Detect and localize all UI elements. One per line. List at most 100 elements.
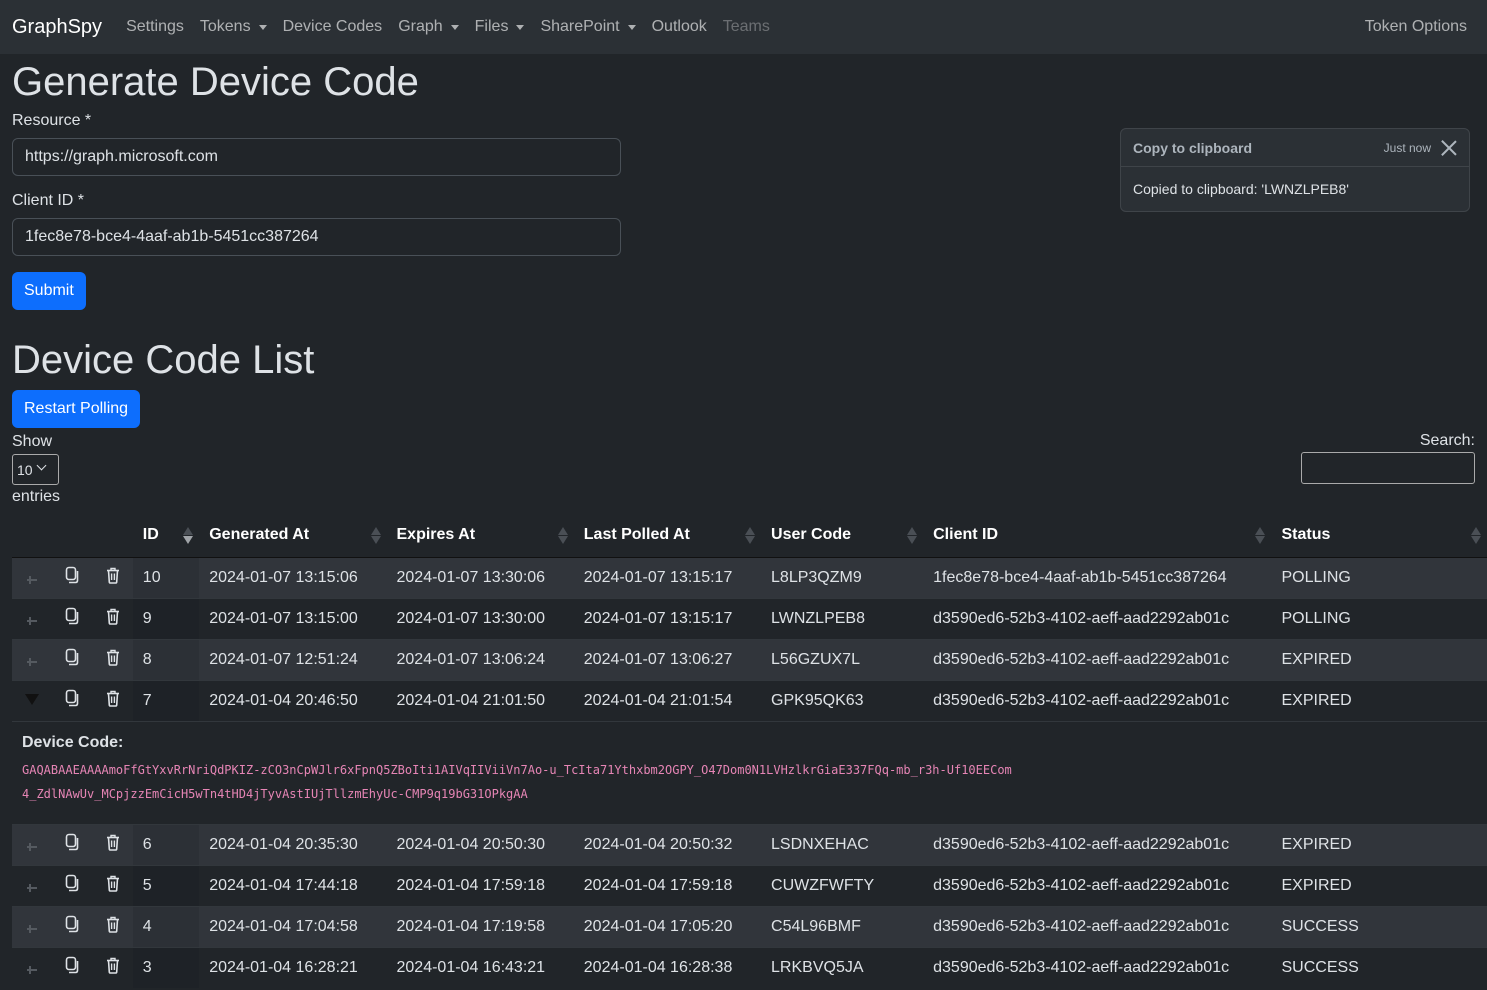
cell-user-code: LRKBVQ5JA [761,946,924,988]
cell-client-id: d3590ed6-52b3-4102-aeff-aad2292ab01c [923,638,1272,680]
copy-button[interactable] [52,946,93,988]
cell-user-code: GPK95QK63 [761,679,924,721]
token-options-link[interactable]: Token Options [1365,18,1475,36]
nav-menu: Settings Tokens Device Codes Graph Files Shar… [118,18,778,36]
table-row: 10 2024-01-07 13:15:06 2024-01-07 13:30:06… [12,556,1487,598]
cell-expires: 2024-01-07 13:06:24 [386,638,574,680]
delete-button[interactable] [92,823,133,865]
cell-client-id: d3590ed6-52b3-4102-aeff-aad2292ab01c [923,679,1272,721]
trash-icon [106,690,120,712]
cell-polled: 2024-01-04 21:01:54 [573,679,762,721]
submit-button[interactable]: Submit [12,272,86,310]
expand-toggle[interactable] [12,556,53,598]
copy-button[interactable] [52,679,93,721]
column-header-id[interactable]: ID [132,513,200,558]
nav-item-graph[interactable]: Graph [390,18,466,36]
expand-toggle[interactable] [12,946,53,988]
nav-item-label: Device Codes [282,18,383,35]
expand-icon [27,965,38,974]
nav-item-sharepoint[interactable]: SharePoint [532,18,643,36]
expand-toggle[interactable] [12,864,53,906]
column-header-expires-at[interactable]: Expires At [386,513,574,558]
expand-toggle[interactable] [12,597,53,639]
trash-icon [106,608,120,630]
main-content: Generate Device Code Resource * Client I… [0,58,1487,988]
caret-down-icon [627,24,636,30]
cell-status: POLLING [1271,556,1487,598]
brand-logo[interactable]: GraphSpy [12,16,102,39]
expand-toggle[interactable] [12,905,53,947]
column-header-last-polled-at[interactable]: Last Polled At [573,513,762,558]
cell-expires: 2024-01-07 13:30:06 [386,556,574,598]
delete-button[interactable] [92,679,133,721]
column-header-client-id[interactable]: Client ID [923,513,1272,558]
delete-button[interactable] [92,638,133,680]
sort-icon [183,527,194,545]
caret-down-icon [450,24,459,30]
column-header-generated-at[interactable]: Generated At [199,513,387,558]
nav-item-label: Tokens [199,18,251,35]
copy-icon [65,874,79,897]
table-header-row: ID Generated At Expires At Last Polled At Us… [12,513,1487,558]
cell-user-code: LSDNXEHAC [761,823,924,865]
search-input[interactable] [1301,452,1475,484]
copy-button[interactable] [52,597,93,639]
cell-id: 4 [132,905,200,947]
nav-item-files[interactable]: Files [467,18,533,36]
nav-item-outlook[interactable]: Outlook [644,18,715,36]
nav-item-tokens[interactable]: Tokens [192,18,275,36]
cell-user-code: L8LP3QZM9 [761,556,924,598]
cell-polled: 2024-01-07 13:06:27 [573,638,762,680]
copy-button[interactable] [52,823,93,865]
nav-item-device-codes[interactable]: Device Codes [275,18,391,36]
cell-generated: 2024-01-04 17:04:58 [199,905,387,947]
table-row: 4 2024-01-04 17:04:58 2024-01-04 17:19:58 2… [12,905,1487,947]
copy-button[interactable] [52,864,93,906]
column-header-status[interactable]: Status [1271,513,1487,558]
entries-select[interactable]: 10 [12,454,59,485]
delete-button[interactable] [92,597,133,639]
sort-icon [745,527,756,545]
cell-status: EXPIRED [1271,679,1487,721]
cell-status: EXPIRED [1271,823,1487,865]
table-row: 7 2024-01-04 20:46:50 2024-01-04 21:01:50 2… [12,679,1487,721]
column-header-user-code[interactable]: User Code [761,513,924,558]
trash-icon [106,834,120,856]
toast-title: Copy to clipboard [1133,139,1252,156]
nav-item-settings[interactable]: Settings [118,18,192,36]
delete-button[interactable] [92,556,133,598]
sort-icon [370,527,381,545]
table-row: 6 2024-01-04 20:35:30 2024-01-04 20:50:30 2… [12,823,1487,865]
table-controls: Show 10 entries Search: [12,432,1475,507]
cell-generated: 2024-01-07 12:51:24 [199,638,387,680]
nav-item-label: Teams [722,18,770,35]
expand-toggle[interactable] [12,638,53,680]
expand-icon [27,883,38,892]
cell-client-id: d3590ed6-52b3-4102-aeff-aad2292ab01c [923,823,1272,865]
expand-toggle[interactable] [12,823,53,865]
delete-button[interactable] [92,864,133,906]
column-header-label: Generated At [209,525,310,543]
table-body: 10 2024-01-07 13:15:06 2024-01-07 13:30:06… [12,556,1487,988]
clipboard-toast: Copy to clipboard Just now Copied to cli… [1120,128,1470,212]
copy-button[interactable] [52,638,93,680]
cell-id: 10 [132,556,200,598]
restart-polling-button[interactable]: Restart Polling [12,390,141,428]
expand-icon [27,924,38,933]
page-title: Generate Device Code [12,60,419,104]
resource-input[interactable] [12,138,621,176]
copy-button[interactable] [52,556,93,598]
delete-button[interactable] [92,946,133,988]
delete-button[interactable] [92,905,133,947]
trash-icon [106,649,120,671]
client-id-input[interactable] [12,218,621,256]
close-icon[interactable] [1441,140,1457,156]
nav-item-teams: Teams [715,18,778,36]
copy-icon [65,915,79,938]
copy-button[interactable] [52,905,93,947]
cell-polled: 2024-01-07 13:15:17 [573,597,762,639]
nav-item-label: Graph [398,18,443,35]
search-label: Search: [1419,432,1475,449]
column-header-label: ID [142,525,159,543]
expand-toggle[interactable] [12,679,53,721]
